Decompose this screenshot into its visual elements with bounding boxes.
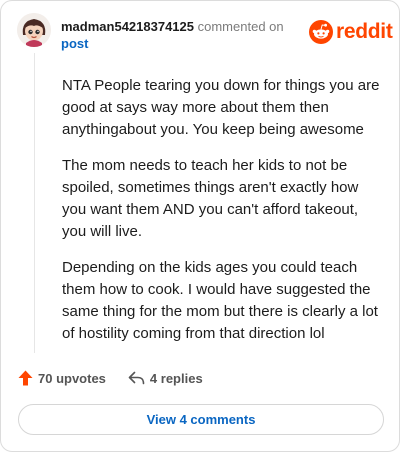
view-comments-button[interactable]: View 4 comments xyxy=(18,404,384,435)
comment-body: NTA People tearing you down for things y… xyxy=(62,75,382,359)
reddit-logo[interactable]: reddit xyxy=(309,20,393,44)
comment-paragraph: NTA People tearing you down for things y… xyxy=(62,77,380,138)
reddit-wordmark: reddit xyxy=(336,20,393,43)
thread-line xyxy=(34,53,35,353)
reddit-alien-icon xyxy=(309,20,333,44)
avatar-illustration-icon xyxy=(17,13,51,47)
upvotes-count: 70 upvotes xyxy=(38,370,106,386)
upvote-arrow-icon xyxy=(18,370,33,386)
user-avatar[interactable] xyxy=(17,13,51,47)
comment-header: madman54218374125 commented on post xyxy=(61,18,301,52)
embed-card: madman54218374125 commented on post redd… xyxy=(0,0,400,452)
action-text: commented on xyxy=(197,19,284,34)
comment-actions: 70 upvotes 4 replies xyxy=(18,370,203,386)
replies-count: 4 replies xyxy=(149,370,203,386)
comment-paragraph: The mom needs to teach her kids to not b… xyxy=(62,157,359,240)
comment-paragraph: Depending on the kids ages you could tea… xyxy=(62,259,378,342)
reply-arrow-icon xyxy=(128,371,145,385)
upvote-button[interactable]: 70 upvotes xyxy=(18,370,106,386)
replies-button[interactable]: 4 replies xyxy=(128,371,203,386)
post-link[interactable]: post xyxy=(61,35,301,52)
username-link[interactable]: madman54218374125 xyxy=(61,19,194,34)
